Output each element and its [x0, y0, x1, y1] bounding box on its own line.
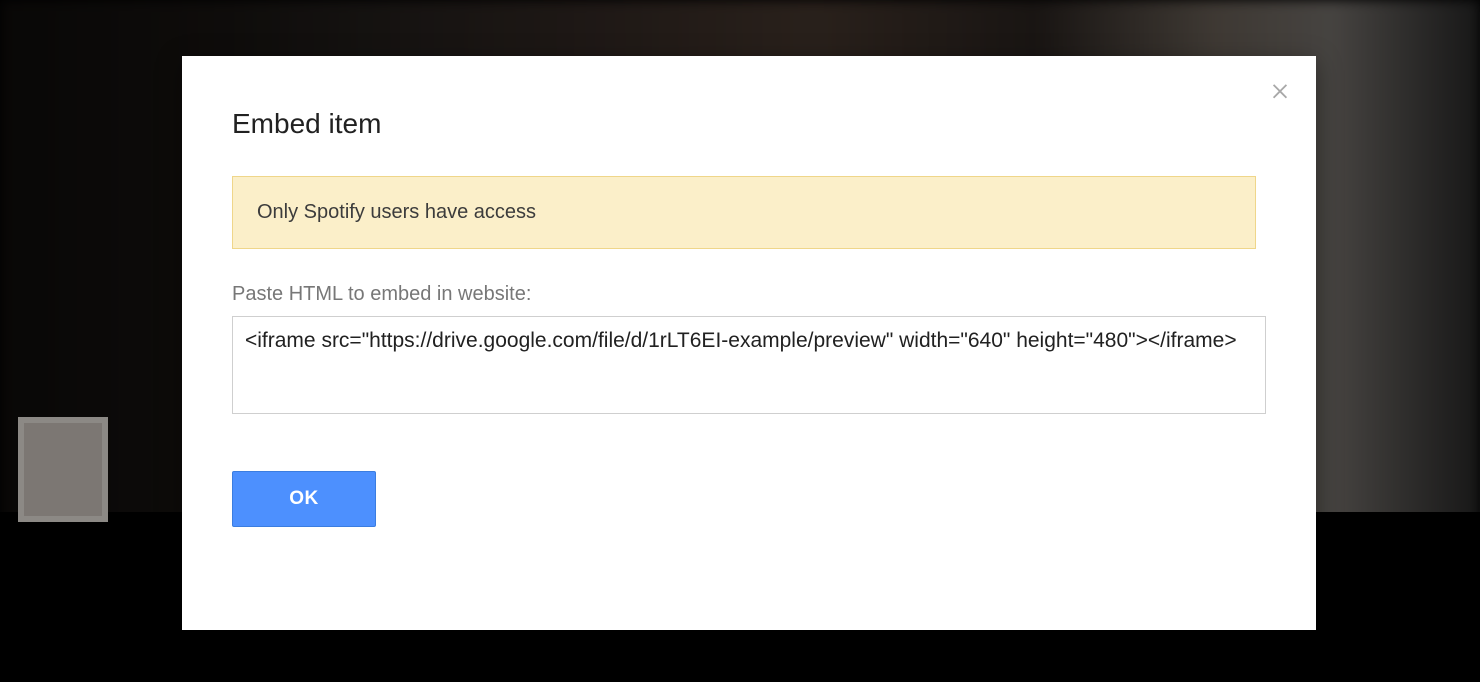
embed-code-textarea[interactable] — [232, 316, 1266, 414]
background-photo-frame — [18, 417, 108, 522]
access-warning-banner: Only Spotify users have access — [232, 176, 1256, 249]
embed-item-dialog: Embed item Only Spotify users have acces… — [182, 56, 1316, 630]
warning-text: Only Spotify users have access — [257, 201, 536, 223]
close-button[interactable] — [1266, 78, 1294, 106]
dialog-title: Embed item — [232, 108, 1276, 140]
ok-button[interactable]: OK — [232, 471, 376, 527]
embed-code-label: Paste HTML to embed in website: — [232, 283, 1276, 306]
close-icon — [1269, 79, 1291, 106]
